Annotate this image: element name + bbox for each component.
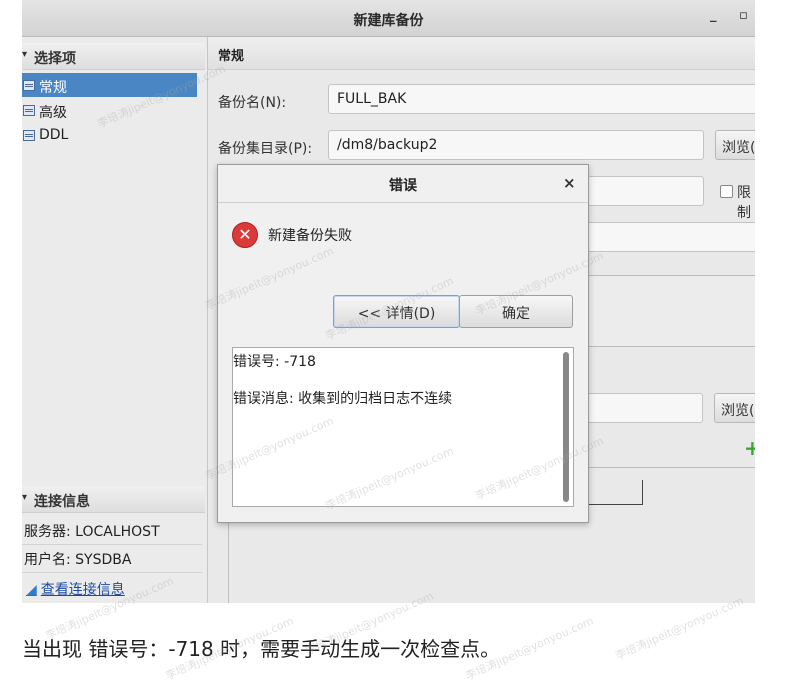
user-info: 用户名: SYSDBA xyxy=(24,552,132,568)
browse-button-2[interactable]: 浏览( xyxy=(714,393,755,423)
collapse-caret-icon[interactable]: ▾ xyxy=(22,49,27,60)
connection-icon: ◢ xyxy=(26,582,37,598)
general-section-title: 常规 xyxy=(218,49,245,64)
backup-name-label: 备份名(N): xyxy=(218,95,287,111)
view-connection-label: 查看连接信息 xyxy=(40,582,125,598)
general-section-header: 常规 xyxy=(208,37,755,70)
watermark: 李培涛jipeit@yonyou.com xyxy=(613,594,746,663)
ok-button[interactable]: 确定 xyxy=(459,295,573,328)
sidebar-item-label: DDL xyxy=(39,127,69,143)
dialog-divider xyxy=(218,202,588,203)
collapse-caret-icon[interactable]: ▾ xyxy=(22,492,27,503)
sidebar-item-label: 常规 xyxy=(39,80,67,96)
row-divider xyxy=(22,572,202,573)
details-button[interactable]: << 详情(D) xyxy=(333,295,460,328)
connection-section-label: 连接信息 xyxy=(34,494,90,510)
view-connection-link[interactable]: ◢ 查看连接信息 xyxy=(26,579,125,599)
error-message-line: 错误消息: 收集到的归档日志不连续 xyxy=(233,391,453,407)
sidebar-item-ddl[interactable]: DDL xyxy=(22,123,197,147)
maximize-button[interactable]: ▫ xyxy=(739,8,748,23)
sidebar-item-label: 高级 xyxy=(39,105,67,121)
error-details-text[interactable]: 错误号: -718 错误消息: 收集到的归档日志不连续 xyxy=(232,347,574,507)
select-section-header[interactable]: ▾ 选择项 xyxy=(22,43,205,70)
row-divider xyxy=(22,544,202,545)
sidebar-item-general[interactable]: 常规 xyxy=(22,73,197,97)
page-icon xyxy=(23,80,35,91)
error-dialog: 错误 × ✕ 新建备份失败 << 详情(D) 确定 错误号: -718 错误消息… xyxy=(217,164,589,523)
add-icon[interactable]: + xyxy=(744,436,755,460)
sidebar-item-advanced[interactable]: 高级 xyxy=(22,98,197,122)
backup-name-input[interactable]: FULL_BAK xyxy=(328,84,755,114)
backup-dir-input[interactable]: /dm8/backup2 xyxy=(328,130,704,160)
page-icon xyxy=(23,105,35,116)
backup-dir-label: 备份集目录(P): xyxy=(218,141,313,157)
error-code-line: 错误号: -718 xyxy=(233,354,316,370)
connection-section-header[interactable]: ▾ 连接信息 xyxy=(22,486,205,513)
minimize-button[interactable]: _ xyxy=(710,8,717,23)
window-title: 新建库备份 xyxy=(353,13,424,29)
window-titlebar: 新建库备份 _ ▫ xyxy=(22,0,755,37)
server-info: 服务器: LOCALHOST xyxy=(24,524,160,540)
details-scrollbar[interactable] xyxy=(563,352,569,502)
caption-text: 当出现 错误号：-718 时，需要手动生成一次检查点。 xyxy=(22,637,501,661)
close-icon[interactable]: × xyxy=(563,174,576,192)
table-header-cell xyxy=(583,480,643,505)
sidebar: ▾ 选择项 常规 高级 DDL ▾ 连接信息 服务器: LOCALHOST 用户… xyxy=(22,37,208,603)
page-icon xyxy=(23,130,35,141)
limit-checkbox-label: 限制 xyxy=(737,185,751,221)
limit-checkbox[interactable] xyxy=(720,185,733,198)
error-icon: ✕ xyxy=(232,222,258,248)
error-message: 新建备份失败 xyxy=(268,228,352,244)
browse-button-1[interactable]: 浏览( xyxy=(715,130,755,160)
select-section-label: 选择项 xyxy=(34,51,76,67)
dialog-title: 错误 xyxy=(389,178,417,194)
